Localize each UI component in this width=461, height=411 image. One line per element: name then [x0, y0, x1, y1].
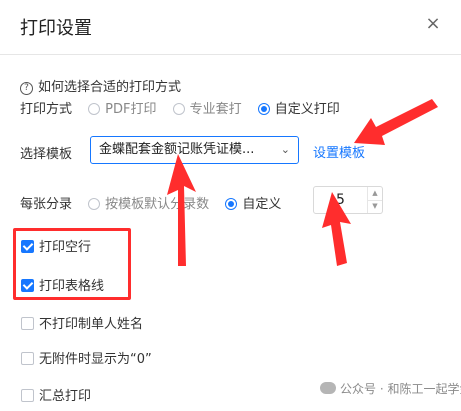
watermark-text: 公众号 · 和陈工一起学金蝶: [340, 382, 461, 396]
wechat-icon: [320, 382, 336, 394]
arrow-to-settings-link: [354, 99, 438, 145]
annotation-arrows: [167, 99, 438, 266]
arrow-to-template-select: [167, 154, 196, 266]
arrow-to-stepper: [322, 192, 351, 266]
watermark: 公众号 · 和陈工一起学金蝶: [320, 380, 461, 397]
print-settings-dialog: 打印设置 × ? 如何选择合适的打印方式 打印方式 PDF打印 专业套打 自定义打…: [0, 0, 461, 411]
